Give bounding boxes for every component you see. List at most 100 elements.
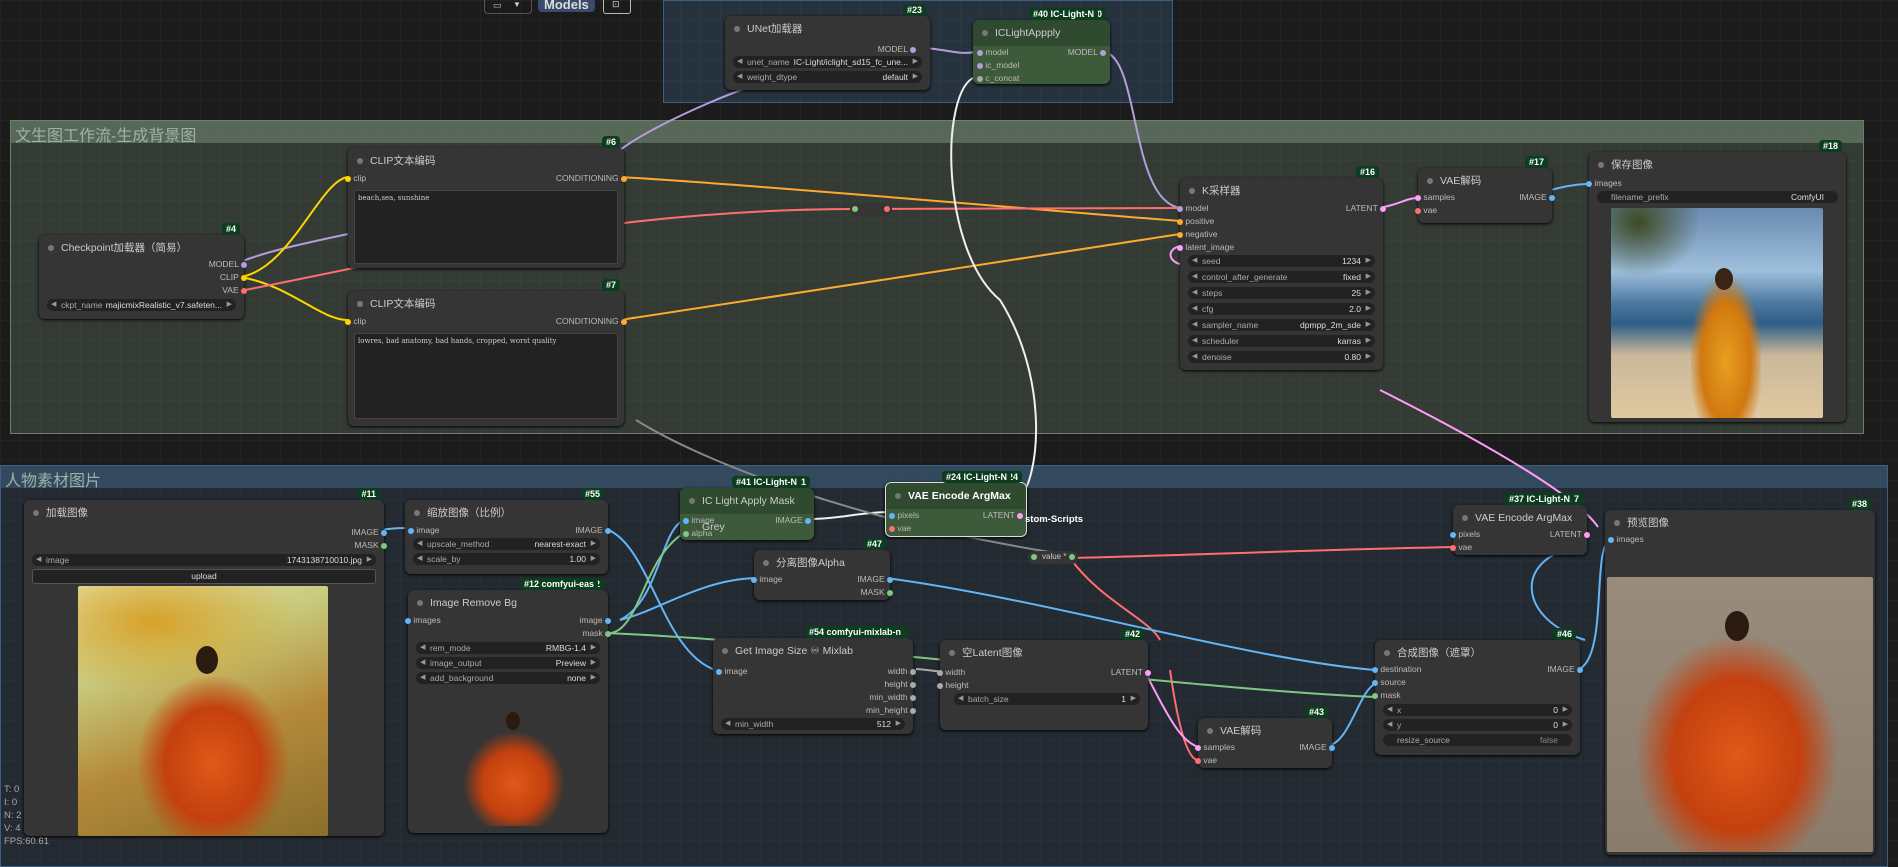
input-samples[interactable]: samples (1195, 742, 1235, 752)
output-min-height[interactable]: min_height (866, 705, 916, 715)
save-image-node[interactable]: #18 保存图像 images filename_prefix ComfyUI (1586, 140, 1846, 422)
output-image[interactable]: IMAGE (575, 525, 611, 535)
output-model[interactable]: MODEL (209, 259, 247, 269)
output-conditioning[interactable]: CONDITIONING (556, 173, 627, 183)
ic-light-mask-grey-node[interactable]: #41 #41 IC-Light-N IC Light Apply Mask G… (680, 476, 814, 540)
reroute-value-node[interactable]: value * (1028, 551, 1078, 564)
weight-dtype-widget[interactable]: ◀ weight_dtype default ▶ (733, 71, 922, 83)
clip-text-encode-positive-node[interactable]: #6 CLIP文本编码 clip CONDITIONING beach,sea,… (345, 136, 627, 268)
input-image[interactable]: image (408, 525, 440, 535)
output-image[interactable]: IMAGE (1299, 742, 1335, 752)
input-samples[interactable]: samples (1415, 192, 1455, 202)
vae-decode-2-node[interactable]: #43 VAE解码 samples vae IMAGE (1195, 706, 1335, 768)
input-images[interactable]: images (405, 615, 441, 625)
upscale-method-widget[interactable]: ◀ upscale_method nearest-exact ▶ (413, 538, 600, 550)
empty-latent-node[interactable]: #42 空Latent图像 width height LATENT ◀ batch… (937, 628, 1151, 730)
image-remove-bg-node[interactable]: #12 #12 comfyui-eas Image Remove Bg imag… (405, 578, 611, 833)
input-image[interactable]: image (716, 666, 748, 676)
input-ic-model[interactable]: ic_model (977, 60, 1019, 70)
input-height[interactable]: height (937, 680, 969, 690)
unet-name-widget[interactable]: ◀ unet_name IC-Light/iclight_sd15_fc_une..… (733, 56, 922, 68)
batch-size-widget[interactable]: ◀ batch_size 1 ▶ (954, 693, 1140, 705)
preview-image-node[interactable]: #38 预览图像 images (1605, 498, 1875, 855)
output-image[interactable]: image (579, 615, 611, 625)
vae-encode-argmax-node[interactable]: #24 #24 IC-Light-N VAE Encode ArgMax pix… (885, 471, 1027, 537)
upload-button[interactable]: upload (32, 569, 376, 584)
output-image[interactable]: IMAGE (775, 515, 811, 525)
load-image-node[interactable]: #11 加载图像 IMAGE MASK ◀ image 1743138710010.… (24, 488, 387, 836)
scale-by-widget[interactable]: ◀ scale_by 1.00 ▶ (413, 553, 600, 565)
input-c-concat[interactable]: c_concat (977, 73, 1019, 83)
vae-encode-argmax-2-node[interactable]: #37 #37 IC-Light-N VAE Encode ArgMax pix… (1450, 493, 1590, 555)
checkpoint-loader-node[interactable]: #4 Checkpoint加载器（简易） MODEL CLIP VAE ◀ ckp… (39, 223, 247, 319)
input-model[interactable]: model (1177, 203, 1209, 213)
output-conditioning[interactable]: CONDITIONING (556, 316, 627, 326)
input-images[interactable]: images (1608, 534, 1644, 544)
input-positive[interactable]: positive (1177, 216, 1214, 226)
scale-image-node[interactable]: #55 缩放图像（比例） image IMAGE ◀ upscale_method… (405, 488, 611, 574)
iclight-apply-node[interactable]: #40 #40 IC-Light-N ICLightAppply model i… (973, 8, 1110, 84)
input-negative[interactable]: negative (1177, 229, 1218, 239)
image-file-widget[interactable]: ◀ image 1743138710010.jpg ▶ (32, 554, 376, 566)
output-mask[interactable]: mask (582, 628, 611, 638)
input-source[interactable]: source (1372, 677, 1406, 687)
denoise-widget[interactable]: ◀ denoise 0.80 ▶ (1188, 351, 1375, 363)
input-width[interactable]: width (937, 667, 965, 677)
steps-widget[interactable]: ◀ steps 25 ▶ (1188, 287, 1375, 299)
input-vae[interactable]: vae (1450, 542, 1472, 552)
output-latent[interactable]: LATENT (983, 510, 1023, 520)
input-latent-image[interactable]: latent_image (1177, 242, 1234, 252)
filename-prefix-widget[interactable]: filename_prefix ComfyUI (1597, 191, 1838, 203)
unet-loader-node[interactable]: #23 UNet加载器 MODEL ◀ unet_name IC-Light/icl… (725, 4, 930, 90)
reroute-node[interactable] (850, 203, 892, 216)
output-latent[interactable]: LATENT (1111, 667, 1151, 677)
resize-source-toggle[interactable]: resize_source false (1383, 734, 1572, 746)
y-widget[interactable]: ◀ y 0 ▶ (1383, 719, 1572, 731)
output-width[interactable]: width (888, 666, 916, 676)
output-model[interactable]: MODEL (878, 44, 916, 54)
output-min-width[interactable]: min_width (869, 692, 916, 702)
models-button[interactable]: Models (538, 0, 595, 12)
sampler-name-widget[interactable]: ◀ sampler_name dpmpp_2m_sde ▶ (1188, 319, 1375, 331)
control-after-generate-widget[interactable]: ◀ control_after_generate fixed ▶ (1188, 271, 1375, 283)
cfg-widget[interactable]: ◀ cfg 2.0 ▶ (1188, 303, 1375, 315)
input-mask[interactable]: mask (1372, 690, 1401, 700)
input-vae[interactable]: vae (1195, 755, 1217, 765)
add-background-widget[interactable]: ◀ add_background none ▶ (416, 672, 600, 684)
min-width-widget[interactable]: ◀ min_width 512 ▶ (721, 718, 905, 730)
output-model[interactable]: MODEL (1068, 47, 1106, 57)
output-vae[interactable]: VAE (222, 285, 247, 295)
output-latent[interactable]: LATENT (1346, 203, 1386, 213)
scheduler-widget[interactable]: ◀ scheduler karras ▶ (1188, 335, 1375, 347)
input-pixels[interactable]: pixels (1450, 529, 1480, 539)
input-destination[interactable]: destination (1372, 664, 1422, 674)
input-model[interactable]: model (977, 47, 1009, 57)
seed-widget[interactable]: ◀ seed 1234 ▶ (1188, 255, 1375, 267)
output-height[interactable]: height (884, 679, 916, 689)
rem-mode-widget[interactable]: ◀ rem_mode RMBG-1.4 ▶ (416, 642, 600, 654)
output-image[interactable]: IMAGE (351, 527, 387, 537)
get-image-size-node[interactable]: #54 #54 comfyui-mixlab-n Get Image Size … (713, 626, 916, 734)
output-clip[interactable]: CLIP (220, 272, 247, 282)
composite-image-node[interactable]: #46 合成图像（遮罩） destination source mask IMA… (1372, 628, 1583, 755)
input-vae[interactable]: vae (889, 523, 911, 533)
output-image[interactable]: IMAGE (1519, 192, 1555, 202)
vae-decode-node[interactable]: #17 VAE解码 samples vae IMAGE (1415, 156, 1555, 223)
output-latent[interactable]: LATENT (1550, 529, 1590, 539)
input-images[interactable]: images (1586, 178, 1622, 188)
output-image[interactable]: IMAGE (857, 574, 893, 584)
image-output-widget[interactable]: ◀ image_output Preview ▶ (416, 657, 600, 669)
folder-dropdown[interactable]: ▭ ▼ (484, 0, 532, 14)
ckpt-name-widget[interactable]: ◀ ckpt_name majicmixRealistic_v7.safeten..… (47, 299, 236, 311)
split-alpha-node[interactable]: #47 分离图像Alpha image IMAGE MASK (751, 538, 893, 600)
prompt-textarea[interactable]: beach,sea, sunshine (354, 190, 618, 264)
ksampler-node[interactable]: #16 K采样器 model positive negative latent_… (1177, 166, 1386, 370)
input-vae[interactable]: vae (1415, 205, 1437, 215)
queue-button[interactable]: ⊡ (603, 0, 631, 14)
output-mask[interactable]: MASK (861, 587, 893, 597)
output-image[interactable]: IMAGE (1547, 664, 1583, 674)
input-alpha[interactable]: alpha (683, 528, 712, 538)
input-pixels[interactable]: pixels (889, 510, 919, 520)
prompt-textarea[interactable]: lowres, bad anatomy, bad hands, cropped,… (354, 333, 618, 419)
input-clip[interactable]: clip (345, 173, 366, 183)
